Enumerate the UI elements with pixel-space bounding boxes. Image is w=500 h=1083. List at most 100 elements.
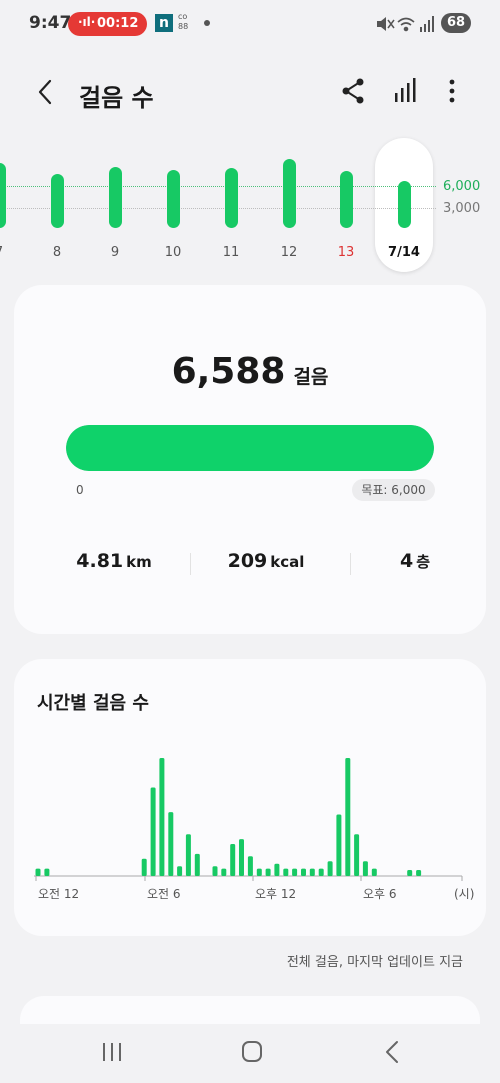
notification-app-icon: n	[155, 14, 173, 32]
hourly-axis-label: 오후 6	[363, 887, 397, 901]
day-label-8: 8	[52, 245, 62, 260]
day-bar-12[interactable]	[282, 159, 296, 228]
system-navigation-bar	[0, 1024, 500, 1083]
hourly-bar	[265, 868, 271, 876]
hourly-bar	[159, 758, 165, 876]
share-button[interactable]	[338, 76, 368, 106]
more-vertical-icon	[449, 79, 455, 103]
hourly-steps-chart: 오전 12 오전 6 오후 12 오후 6 (시)	[34, 758, 474, 901]
status-time: 9:47	[29, 13, 72, 33]
day-bar-11[interactable]	[224, 168, 238, 228]
bar-chart-icon	[395, 78, 416, 102]
hourly-bar	[318, 868, 324, 876]
day-label-7: 7	[0, 245, 19, 260]
distance-stat: 4.81 km	[54, 550, 174, 572]
home-button[interactable]	[232, 1038, 272, 1066]
hourly-axis-label: 오전 12	[38, 887, 79, 901]
hourly-bar	[309, 868, 315, 876]
back-icon	[386, 1041, 398, 1063]
back-button[interactable]	[30, 76, 60, 108]
hourly-bar	[212, 866, 218, 876]
goal-badge[interactable]: 목표: 6,000	[352, 479, 435, 501]
summary-card: 6,588 걸음 0 목표: 6,000 4.81 km 209 kcal 4층	[14, 285, 486, 634]
day-label-13: 13	[337, 245, 355, 260]
hourly-bar	[283, 868, 289, 876]
hourly-axis-label: (시)	[454, 887, 474, 901]
day-bar-7[interactable]	[0, 163, 6, 228]
distance-value: 4.81	[76, 550, 124, 572]
hourly-bar	[150, 787, 156, 876]
hourly-bar	[292, 868, 298, 876]
hourly-bar	[362, 861, 368, 877]
hourly-bar	[141, 858, 147, 876]
hourly-bar	[239, 839, 244, 876]
chart-view-button[interactable]	[390, 76, 420, 106]
day-bar-10[interactable]	[166, 170, 180, 228]
notification-dot-icon	[204, 20, 210, 26]
hourly-bar	[345, 758, 351, 876]
hourly-steps-card: 시간별 걸음 수 오전 12 오전 6 오후 12 오후 6 (시)	[14, 659, 486, 936]
hourly-bar	[44, 868, 50, 876]
stat-divider	[190, 553, 191, 575]
hourly-bar	[274, 863, 280, 876]
progress-min-label: 0	[76, 483, 84, 497]
recording-pill[interactable]: ·ıl· 00:12	[68, 12, 147, 36]
day-bar-7-14[interactable]	[397, 181, 411, 228]
recents-button[interactable]	[92, 1038, 132, 1066]
recording-time: 00:12	[97, 16, 139, 31]
share-icon	[342, 78, 364, 104]
day-label-9: 9	[110, 245, 120, 260]
more-options-button[interactable]	[440, 76, 464, 106]
daily-steps-chart: 6,000 3,000 7 8 9 10 11 12 13 7/14	[0, 138, 500, 273]
wifi-icon	[397, 17, 415, 32]
hourly-bar	[416, 870, 422, 876]
day-bar-9[interactable]	[108, 167, 122, 228]
hourly-bar	[168, 812, 174, 876]
calories-value: 209	[227, 550, 268, 572]
steps-progress-bar	[66, 425, 434, 471]
day-label-11: 11	[222, 245, 240, 260]
nav-back-button[interactable]	[372, 1038, 412, 1066]
update-status-text: 전체 걸음, 마지막 업데이트 지금	[286, 955, 463, 970]
day-bar-8[interactable]	[50, 174, 64, 228]
half-guide-line	[0, 208, 436, 209]
hourly-bar	[301, 868, 306, 876]
day-label-7-14: 7/14	[388, 245, 420, 260]
goal-guide-line	[0, 186, 436, 187]
steps-total: 6,588 걸음	[14, 351, 486, 392]
hourly-bar	[407, 870, 413, 876]
stat-divider	[350, 553, 351, 575]
day-bar-13[interactable]	[339, 171, 353, 228]
guide-label-3000: 3,000	[443, 201, 481, 216]
recents-icon	[103, 1043, 121, 1061]
home-icon	[242, 1041, 262, 1062]
hourly-bar	[336, 814, 342, 876]
distance-unit: km	[126, 553, 152, 571]
system-status-icons	[376, 14, 436, 38]
steps-unit: 걸음	[293, 366, 329, 388]
floors-unit: 층	[416, 553, 431, 571]
hourly-bar	[230, 844, 236, 876]
recording-wave-icon: ·ıl·	[78, 15, 96, 29]
signal-icon	[420, 16, 434, 32]
hourly-bar	[247, 856, 253, 876]
app-header: 걸음 수	[0, 60, 500, 124]
hourly-bar	[354, 834, 360, 876]
floors-value: 4	[399, 550, 414, 572]
day-label-10: 10	[164, 245, 182, 260]
hourly-axis-label: 오전 6	[147, 887, 181, 901]
hourly-bar	[327, 861, 333, 877]
calories-unit: kcal	[270, 553, 305, 571]
notification-co-icon: co 88	[178, 12, 189, 31]
hourly-bar	[221, 868, 227, 876]
mute-icon	[377, 17, 395, 31]
guide-label-6000: 6,000	[443, 179, 481, 194]
hourly-bar	[185, 834, 191, 876]
hourly-axis-label: 오후 12	[255, 887, 296, 901]
hourly-bar	[35, 868, 41, 876]
floors-stat: 4층	[360, 550, 470, 572]
calories-stat: 209 kcal	[206, 550, 326, 572]
battery-indicator: 68	[441, 13, 471, 33]
hourly-bar	[256, 868, 262, 876]
steps-count: 6,588	[171, 351, 286, 392]
